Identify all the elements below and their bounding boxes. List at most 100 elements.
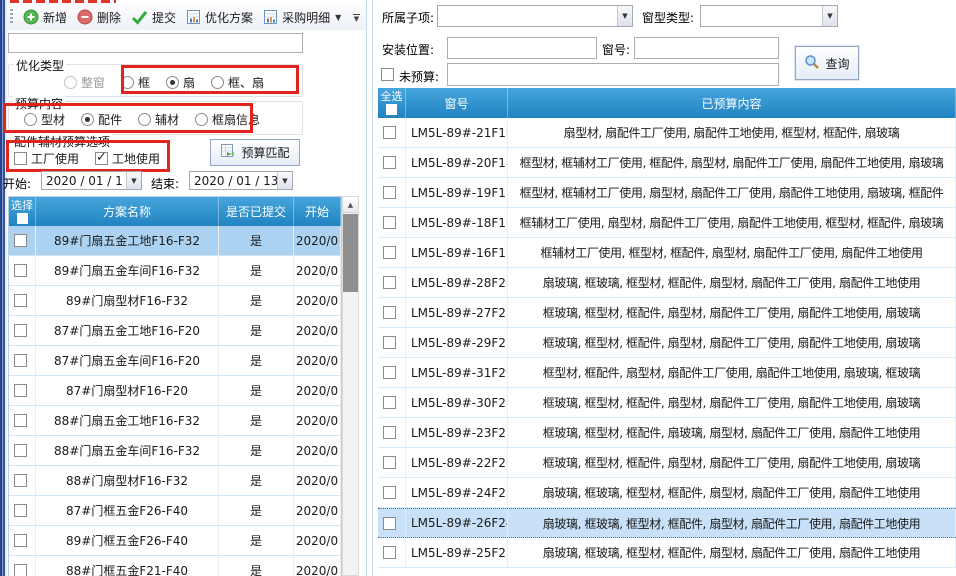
start-column-header[interactable]: 开始 (294, 197, 341, 226)
budget-row[interactable]: LM5L-89#-30F28框玻璃, 框型材, 框配件, 扇型材, 扇配件工厂使… (378, 388, 956, 418)
plan-row[interactable]: 88#门扇型材F16-F32是2020/0 (9, 466, 341, 496)
submit-button[interactable]: 提交 (126, 7, 181, 28)
scroll-up-icon[interactable]: ▲ (343, 197, 358, 213)
row-checkbox[interactable] (383, 216, 396, 229)
plan-row[interactable]: 89#门扇型材F16-F32是2020/0 (9, 286, 341, 316)
radio-option-整窗[interactable]: 整窗 (64, 74, 105, 91)
window-no-input[interactable] (634, 37, 779, 59)
budget-row[interactable]: LM5L-89#-23F21框玻璃, 框型材, 框配件, 扇玻璃, 扇型材, 扇… (378, 418, 956, 448)
chevron-down-icon[interactable]: ▼ (335, 13, 341, 22)
checkbox-icon[interactable] (14, 152, 27, 165)
budget-row[interactable]: LM5L-89#-25F23扇玻璃, 框玻璃, 框型材, 框配件, 扇型材, 扇… (378, 538, 956, 568)
plan-row[interactable]: 87#门框五金F26-F40是2020/0 (9, 496, 341, 526)
radio-icon[interactable] (195, 113, 208, 126)
row-checkbox[interactable] (14, 264, 27, 277)
radio-icon[interactable] (121, 76, 134, 89)
row-checkbox[interactable] (383, 336, 396, 349)
sub-item-select[interactable]: ▼ (437, 5, 633, 27)
chevron-down-icon[interactable]: ▼ (822, 6, 837, 26)
delete-button[interactable]: 删除 (72, 7, 126, 28)
purchase-detail-button[interactable]: 采购明细 ▼ (258, 7, 346, 28)
row-checkbox[interactable] (14, 324, 27, 337)
row-checkbox[interactable] (14, 534, 27, 547)
radio-icon[interactable] (211, 76, 224, 89)
row-checkbox[interactable] (14, 234, 27, 247)
budget-row[interactable]: LM5L-89#-28F26扇玻璃, 框玻璃, 框型材, 框配件, 扇型材, 扇… (378, 268, 956, 298)
optimize-plan-button[interactable]: 优化方案 (181, 7, 258, 28)
add-button[interactable]: 新增 (18, 7, 72, 28)
checkbox-option-工地使用[interactable]: 工地使用 (95, 150, 160, 167)
radio-option-框扇信息[interactable]: 框扇信息 (195, 111, 260, 128)
select-all-checkbox[interactable] (386, 104, 397, 115)
row-checkbox[interactable] (14, 474, 27, 487)
row-checkbox[interactable] (383, 366, 396, 379)
radio-option-配件[interactable]: 配件 (81, 111, 122, 128)
checkbox-option-工厂使用[interactable]: 工厂使用 (14, 150, 79, 167)
checkbox-icon[interactable] (95, 152, 108, 165)
budget-row[interactable]: LM5L-89#-20F18框型材, 框辅材工厂使用, 框配件, 扇型材, 扇配… (378, 148, 956, 178)
radio-icon[interactable] (81, 113, 94, 126)
start-date-picker[interactable]: 2020 / 01 / 1 ▼ (41, 171, 142, 190)
install-position-input[interactable] (447, 37, 597, 59)
row-checkbox[interactable] (383, 126, 396, 139)
window-no-column-header[interactable]: 窗号 (406, 88, 508, 118)
row-checkbox[interactable] (14, 414, 27, 427)
row-checkbox[interactable] (383, 186, 396, 199)
radio-icon[interactable] (64, 76, 77, 89)
select-column-header[interactable]: 选择 (9, 197, 36, 226)
budget-match-button[interactable]: 预算匹配 (210, 139, 300, 166)
row-checkbox[interactable] (14, 384, 27, 397)
budget-row[interactable]: LM5L-89#-22F20框玻璃, 框型材, 框配件, 扇型材, 扇配件工厂使… (378, 448, 956, 478)
query-button[interactable]: 查询 (795, 46, 859, 80)
not-budgeted-input[interactable] (447, 63, 779, 86)
budget-row[interactable]: LM5L-89#-18F16框辅材工厂使用, 扇型材, 扇配件工厂使用, 扇配件… (378, 208, 956, 238)
budget-row[interactable]: LM5L-89#-24F22扇玻璃, 框玻璃, 框型材, 框配件, 扇型材, 扇… (378, 478, 956, 508)
plan-row[interactable]: 88#门扇五金工地F16-F32是2020/0 (9, 406, 341, 436)
budgeted-content-column-header[interactable]: 已预算内容 (508, 88, 956, 118)
budget-row[interactable]: LM5L-89#-27F25框玻璃, 框型材, 框配件, 扇型材, 扇配件工厂使… (378, 298, 956, 328)
row-checkbox[interactable] (14, 444, 27, 457)
row-checkbox[interactable] (383, 156, 396, 169)
row-checkbox[interactable] (383, 306, 396, 319)
row-checkbox[interactable] (383, 546, 396, 559)
plan-row[interactable]: 87#门扇五金车间F16-F20是2020/0 (9, 346, 341, 376)
radio-option-型材[interactable]: 型材 (24, 111, 65, 128)
plan-row[interactable]: 89#门扇五金工地F16-F32是2020/0 (9, 226, 341, 256)
row-checkbox[interactable] (383, 276, 396, 289)
radio-icon[interactable] (166, 76, 179, 89)
select-all-column-header[interactable]: 全选 (378, 88, 406, 118)
end-date-picker[interactable]: 2020 / 01 / 13 ▼ (189, 171, 293, 190)
plan-row[interactable]: 87#门扇型材F16-F20是2020/0 (9, 376, 341, 406)
row-checkbox[interactable] (14, 504, 27, 517)
plan-row[interactable]: 89#门扇五金车间F16-F32是2020/0 (9, 256, 341, 286)
row-checkbox[interactable] (383, 426, 396, 439)
radio-option-辅材[interactable]: 辅材 (138, 111, 179, 128)
chevron-down-icon[interactable]: ▼ (617, 6, 632, 26)
row-checkbox[interactable] (383, 517, 396, 530)
toolbar-overflow-button[interactable]: ▼ (350, 7, 363, 27)
radio-icon[interactable] (24, 113, 37, 126)
plan-search-input[interactable] (8, 33, 303, 53)
radio-icon[interactable] (138, 113, 151, 126)
budget-row[interactable]: LM5L-89#-16F15框辅材工厂使用, 框型材, 框配件, 扇型材, 扇配… (378, 238, 956, 268)
toolbar-grip[interactable] (10, 9, 13, 25)
scrollbar-thumb[interactable] (343, 214, 358, 292)
row-checkbox[interactable] (383, 486, 396, 499)
radio-option-框[interactable]: 框 (121, 74, 150, 91)
plan-grid-scrollbar[interactable]: ▲ (342, 196, 359, 576)
row-checkbox[interactable] (14, 294, 27, 307)
budget-row[interactable]: LM5L-89#-21F19扇型材, 扇配件工厂使用, 扇配件工地使用, 框型材… (378, 118, 956, 148)
row-checkbox[interactable] (383, 456, 396, 469)
budget-row[interactable]: LM5L-89#-26F24扇玻璃, 框玻璃, 框型材, 框配件, 扇型材, 扇… (378, 508, 956, 538)
plan-row[interactable]: 88#门框五金F21-F40是2020/0 (9, 556, 341, 576)
submitted-column-header[interactable]: 是否已提交 (219, 197, 294, 226)
chevron-down-icon[interactable]: ▼ (126, 172, 141, 189)
budget-row[interactable]: LM5L-89#-29F27框玻璃, 框型材, 框配件, 扇型材, 扇配件工厂使… (378, 328, 956, 358)
select-all-checkbox[interactable] (17, 213, 28, 224)
row-checkbox[interactable] (14, 564, 27, 576)
row-checkbox[interactable] (383, 396, 396, 409)
plan-name-column-header[interactable]: 方案名称 (36, 197, 219, 226)
plan-row[interactable]: 88#门扇五金车间F16-F32是2020/0 (9, 436, 341, 466)
radio-option-扇[interactable]: 扇 (166, 74, 195, 91)
chevron-down-icon[interactable]: ▼ (277, 172, 292, 189)
